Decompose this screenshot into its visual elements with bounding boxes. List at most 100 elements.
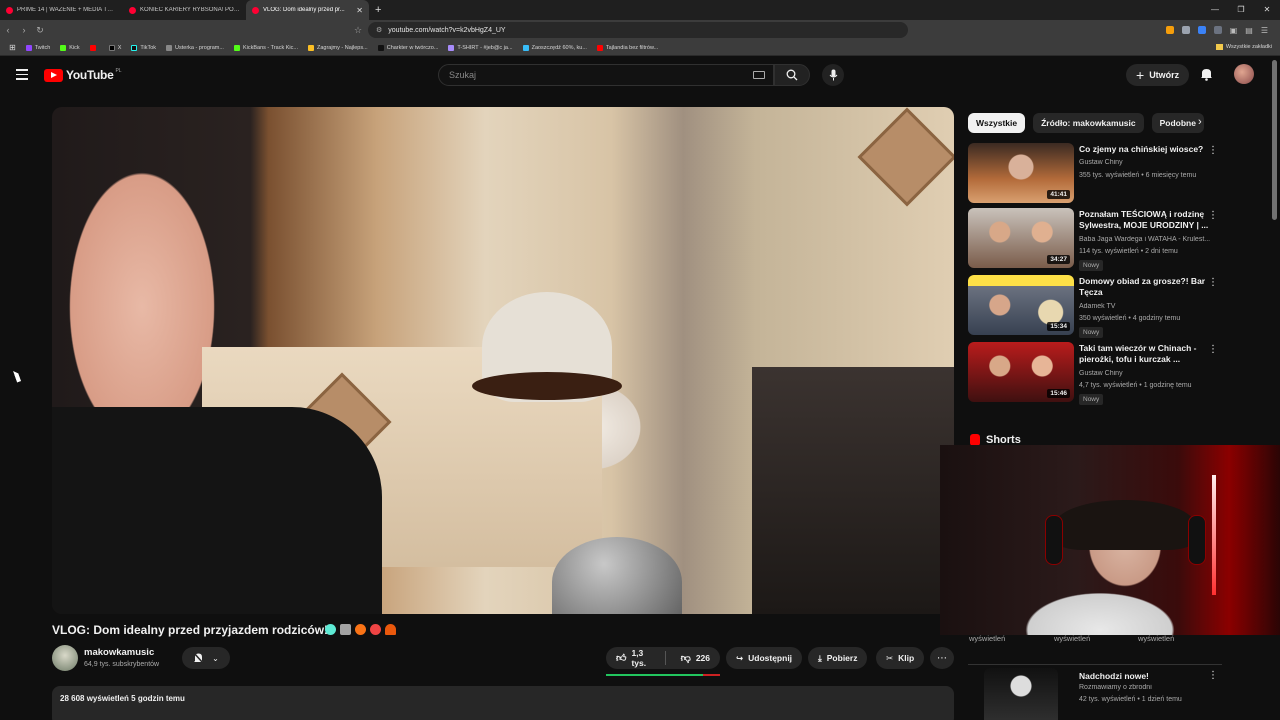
recommendation-item[interactable]: 34:27 Poznałam TEŚCIOWĄ i rodzinę Sylwes… [968, 208, 1226, 271]
new-badge: Nowy [1079, 260, 1104, 271]
browser-tab-2[interactable]: KONIEC KARIERY RYBSONA! PORÓŻ... [123, 0, 246, 20]
extension-icon[interactable] [1165, 26, 1174, 34]
bookmark-kickbans[interactable]: KickBans - Track Kic... [229, 44, 303, 51]
bookmark-zaoszczedz[interactable]: Zaoszczędź 60%, ku... [518, 44, 592, 51]
youtube-play-icon [44, 68, 63, 82]
more-vertical-icon[interactable]: ⋮ [1208, 277, 1218, 288]
bookmark-tajlandia[interactable]: Tajlandia bez filtrów... [592, 44, 663, 51]
scissors-icon: ✂ [886, 652, 894, 663]
video-duration: 34:27 [1047, 255, 1070, 264]
channel-name[interactable]: makowkamusic [84, 647, 154, 658]
dislike-button[interactable]: 👎︎ 226 [671, 647, 720, 669]
new-tab-button[interactable]: + [369, 4, 387, 16]
bookmark-charkter[interactable]: Charkter w twórczo... [373, 44, 444, 51]
recommendation-item[interactable]: 15:46 Taki tam wieczór w Chinach - piero… [968, 342, 1226, 405]
chip-source[interactable]: Źródło: makowkamusic [1033, 113, 1144, 133]
video-thumbnail[interactable]: 34:27 [968, 208, 1074, 268]
sidepanel-icon[interactable]: ▤ [1245, 26, 1253, 35]
more-vertical-icon[interactable]: ⋮ [1208, 670, 1218, 681]
create-button[interactable]: + Utwórz [1126, 64, 1190, 86]
video-frame-decoration [52, 407, 382, 614]
more-horizontal-icon: ⋯ [937, 652, 947, 664]
subscription-notifications-button[interactable]: ⌄ [182, 647, 230, 669]
close-tab-icon[interactable]: ✕ [356, 6, 363, 15]
download-icon: ⤓ [818, 652, 822, 663]
more-vertical-icon[interactable]: ⋮ [1208, 145, 1218, 156]
reload-icon[interactable]: ↻ [32, 25, 48, 36]
maximize-icon[interactable]: ❐ [1228, 0, 1254, 20]
apps-grid-icon[interactable]: ⊞ [4, 43, 21, 52]
chip-all[interactable]: Wszystkie [968, 113, 1026, 133]
recommendation-meta: 4,7 tys. wyświetleń • 1 godzinę temu [1079, 382, 1192, 389]
browser-tab-1[interactable]: PRIME 14 | WAŻENIE + MEDIA TRENI... [0, 0, 123, 20]
extension-icon[interactable] [1197, 26, 1206, 34]
all-bookmarks-folder[interactable]: Wszystkie zakładki [1215, 44, 1272, 50]
extension-icon[interactable] [1181, 26, 1190, 34]
more-vertical-icon[interactable]: ⋮ [1208, 344, 1218, 355]
extension-icon[interactable] [1213, 26, 1222, 34]
menu-dots-icon[interactable]: ☰ [1261, 26, 1268, 35]
browser-tab-active[interactable]: VLOG: Dom idealny przed pr... ✕ [246, 0, 369, 20]
search-button[interactable] [774, 64, 810, 86]
site-info-icon[interactable]: ⚙ [376, 26, 382, 34]
video-title: VLOG: Dom idealny przed przyjazdem rodzi… [52, 623, 329, 637]
account-avatar[interactable] [1234, 64, 1254, 84]
video-frame-decoration [752, 367, 954, 614]
minimize-icon[interactable]: — [1202, 0, 1228, 20]
bookmark-youtube[interactable] [85, 44, 104, 51]
clip-button[interactable]: ✂ Klip [876, 647, 925, 669]
thumbs-down-icon: 👎︎ [680, 653, 691, 664]
bookmark-kick[interactable]: Kick [55, 44, 84, 51]
video-thumbnail[interactable]: 15:34 [968, 275, 1074, 335]
recommendation-item[interactable]: Nadchodzi nowe! Rozmawiamy o zbrodni 42 … [968, 668, 1226, 720]
download-button[interactable]: ⤓ Pobierz [808, 647, 868, 669]
shorts-views: wyświetleń [969, 634, 1006, 643]
voice-search-button[interactable] [822, 64, 844, 86]
video-thumbnail[interactable]: 15:46 [968, 342, 1074, 402]
video-frame-decoration [472, 372, 622, 400]
shorts-views: wyświetleń [1054, 634, 1091, 643]
video-thumbnail[interactable]: 41:41 [968, 143, 1074, 203]
puzzle-icon[interactable]: ▣ [1230, 26, 1238, 35]
more-actions-button[interactable]: ⋯ [930, 647, 954, 669]
search-input[interactable] [449, 70, 739, 80]
bookmark-tiktok[interactable]: TikTok [126, 44, 161, 51]
video-player[interactable] [52, 107, 954, 614]
bookmark-twitch[interactable]: Twitch [21, 44, 56, 51]
recommendation-item[interactable]: 41:41 Co zjemy na chińskiej wiosce? Gust… [968, 143, 1226, 205]
plus-icon: + [1136, 67, 1145, 83]
video-thumbnail[interactable] [984, 668, 1058, 720]
description-box[interactable]: 28 608 wyświetleń 5 godzin temu [52, 686, 954, 720]
chip-similar[interactable]: Podobne [1151, 113, 1204, 133]
webcam-frame-decoration [1188, 515, 1206, 565]
page-scrollbar[interactable] [1272, 60, 1277, 220]
leaf-emoji-icon [385, 624, 396, 635]
bookmark-star-icon[interactable]: ☆ [350, 25, 366, 36]
chevron-right-icon[interactable]: › [1198, 116, 1202, 128]
more-vertical-icon[interactable]: ⋮ [1208, 210, 1218, 221]
share-button[interactable]: ↪ Udostępnij [726, 647, 803, 669]
divider [664, 651, 666, 665]
bookmark-tshirt[interactable]: T-SHIRT - #jeb@c ja... [443, 44, 517, 51]
mouse-cursor-icon [13, 369, 21, 383]
bookmark-usterka[interactable]: Usterka - program... [161, 44, 229, 51]
back-icon[interactable]: ‹ [0, 25, 16, 35]
new-badge: Nowy [1079, 327, 1104, 338]
recommendation-title: Poznałam TEŚCIOWĄ i rodzinę Sylwestra, M… [1079, 209, 1209, 230]
bell-off-icon [193, 652, 204, 664]
notifications-bell-icon[interactable] [1200, 67, 1213, 81]
forward-icon[interactable]: › [16, 25, 32, 35]
bookmark-x[interactable]: X [104, 44, 127, 51]
address-bar[interactable]: ⚙ youtube.com/watch?v=k2vbHgZ4_UY [368, 22, 908, 38]
bookmark-zagrajmy[interactable]: Zagrajmy - Najleps... [303, 44, 373, 51]
youtube-logo[interactable]: YouTube PL [44, 68, 122, 82]
subscriber-count: 64,9 tys. subskrybentów [84, 661, 160, 668]
recommendation-item[interactable]: 15:34 Domowy obiad za grosze?! Bar Tęcza… [968, 275, 1226, 338]
video-duration: 41:41 [1047, 190, 1070, 199]
keyboard-icon[interactable] [753, 71, 765, 79]
like-button[interactable]: 👍︎ 1,3 tys. [606, 647, 660, 669]
close-window-icon[interactable]: ✕ [1254, 0, 1280, 20]
menu-icon[interactable] [16, 69, 28, 80]
channel-avatar[interactable] [52, 645, 78, 671]
recommendation-meta: 355 tys. wyświetleń • 6 miesięcy temu [1079, 172, 1197, 179]
